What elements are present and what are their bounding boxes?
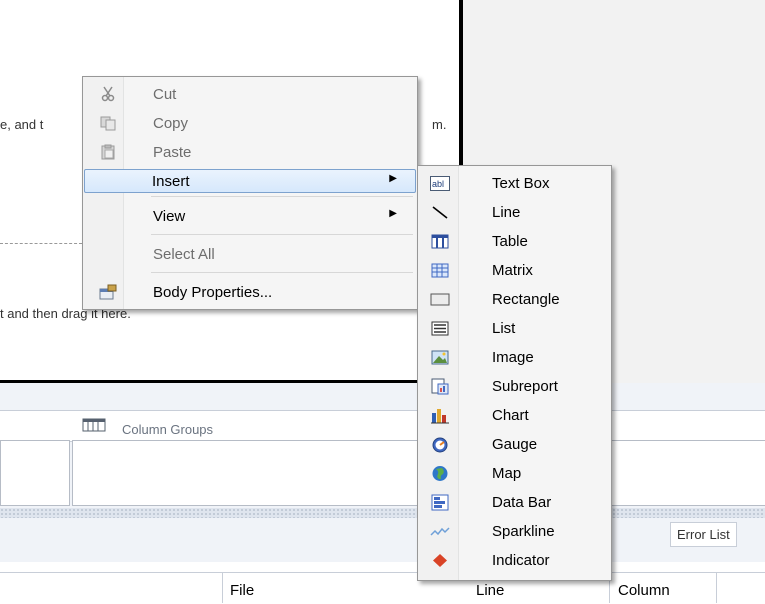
- map-icon: [432, 466, 448, 481]
- submenu-arrow-icon: ▶: [389, 173, 397, 184]
- menu-item-body-properties[interactable]: Body Properties...: [85, 281, 415, 303]
- submenu-item-chart[interactable]: Chart: [420, 401, 609, 430]
- submenu-item-image[interactable]: Image: [420, 343, 609, 372]
- submenu-arrow-icon: ▶: [389, 208, 397, 219]
- submenu-item-gauge[interactable]: Gauge: [420, 430, 609, 459]
- submenu-item-label: Text Box: [492, 175, 550, 192]
- submenu-item-label: Rectangle: [492, 291, 560, 308]
- submenu-item-label: Gauge: [492, 436, 538, 453]
- column-separator[interactable]: [716, 572, 717, 603]
- submenu-item-matrix[interactable]: Matrix: [420, 256, 609, 285]
- menu-item-copy[interactable]: Copy: [85, 112, 415, 134]
- submenu-item-label: Map: [492, 465, 522, 482]
- menu-item-view[interactable]: View ▶: [85, 205, 415, 227]
- submenu-item-label: List: [492, 320, 516, 337]
- chart-icon: [431, 409, 449, 424]
- submenu-item-subreport[interactable]: Subreport: [420, 372, 609, 401]
- subreport-icon: [431, 378, 449, 395]
- menu-separator: [151, 234, 413, 235]
- column-groups-label: Column Groups: [122, 422, 214, 437]
- submenu-item-label: Table: [492, 233, 528, 250]
- submenu-item-list[interactable]: List: [420, 314, 609, 343]
- menu-item-label: View: [153, 208, 186, 225]
- properties-icon: [99, 284, 117, 300]
- submenu-item-label: Data Bar: [492, 494, 552, 511]
- line-icon: [432, 206, 448, 219]
- column-groups-icon: [82, 418, 106, 432]
- rectangle-icon: [430, 293, 450, 306]
- image-icon: [431, 350, 449, 365]
- svg-text:abl: abl: [432, 179, 444, 189]
- grouping-header: [0, 410, 765, 442]
- menu-item-label: Copy: [153, 115, 189, 132]
- gauge-icon: [432, 437, 448, 453]
- scissors-icon: [101, 86, 115, 102]
- submenu-item-data-bar[interactable]: Data Bar: [420, 488, 609, 517]
- submenu-item-sparkline[interactable]: Sparkline: [420, 517, 609, 546]
- paste-icon: [101, 144, 115, 160]
- submenu-item-label: Sparkline: [492, 523, 555, 540]
- menu-item-select-all[interactable]: Select All: [85, 243, 415, 265]
- pane-splitter[interactable]: [0, 508, 765, 518]
- sparkline-icon: [430, 527, 450, 536]
- context-menu: Cut Copy Paste Insert ▶ View ▶ Select Al…: [82, 76, 418, 310]
- surface-hint-top-tail: m.: [432, 117, 447, 132]
- menu-item-label: Cut: [153, 86, 177, 103]
- menu-item-label: Paste: [153, 144, 192, 161]
- databar-icon: [431, 494, 449, 511]
- submenu-item-map[interactable]: Map: [420, 459, 609, 488]
- submenu-item-text-box[interactable]: abl Text Box: [420, 169, 609, 198]
- surface-hint-top: e, and t: [0, 117, 44, 132]
- list-icon: [431, 321, 449, 336]
- row-groups-box[interactable]: [0, 440, 70, 506]
- copy-icon: [100, 116, 116, 131]
- submenu-item-rectangle[interactable]: Rectangle: [420, 285, 609, 314]
- dashed-divider: [0, 243, 82, 244]
- indicator-icon: [433, 554, 447, 567]
- menu-item-paste[interactable]: Paste: [85, 141, 415, 163]
- submenu-item-label: Matrix: [492, 262, 533, 279]
- submenu-item-label: Subreport: [492, 378, 558, 395]
- menu-item-cut[interactable]: Cut: [85, 83, 415, 105]
- column-header-line[interactable]: Line: [476, 582, 504, 599]
- submenu-item-label: Indicator: [492, 552, 550, 569]
- menu-item-label: Body Properties...: [153, 284, 273, 301]
- submenu-item-label: Line: [492, 204, 521, 221]
- column-header-column[interactable]: Column: [618, 582, 670, 599]
- menu-separator: [151, 272, 413, 273]
- menu-item-label: Insert: [152, 173, 190, 190]
- menu-separator: [151, 196, 413, 197]
- column-separator[interactable]: [222, 572, 223, 603]
- textbox-icon: abl: [430, 176, 450, 191]
- column-header-file[interactable]: File: [230, 582, 254, 599]
- error-list-tabstrip: [0, 518, 765, 562]
- submenu-item-label: Chart: [492, 407, 529, 424]
- submenu-item-indicator[interactable]: Indicator: [420, 546, 609, 575]
- submenu-item-label: Image: [492, 349, 534, 366]
- insert-submenu: abl Text Box Line Table Matrix Rectangle: [417, 165, 612, 581]
- menu-item-label: Select All: [153, 246, 215, 263]
- matrix-icon: [431, 263, 449, 278]
- submenu-item-table[interactable]: Table: [420, 227, 609, 256]
- submenu-item-line[interactable]: Line: [420, 198, 609, 227]
- table-icon: [431, 234, 449, 249]
- error-list-tab[interactable]: Error List: [670, 522, 737, 547]
- menu-item-insert[interactable]: Insert ▶: [84, 169, 416, 193]
